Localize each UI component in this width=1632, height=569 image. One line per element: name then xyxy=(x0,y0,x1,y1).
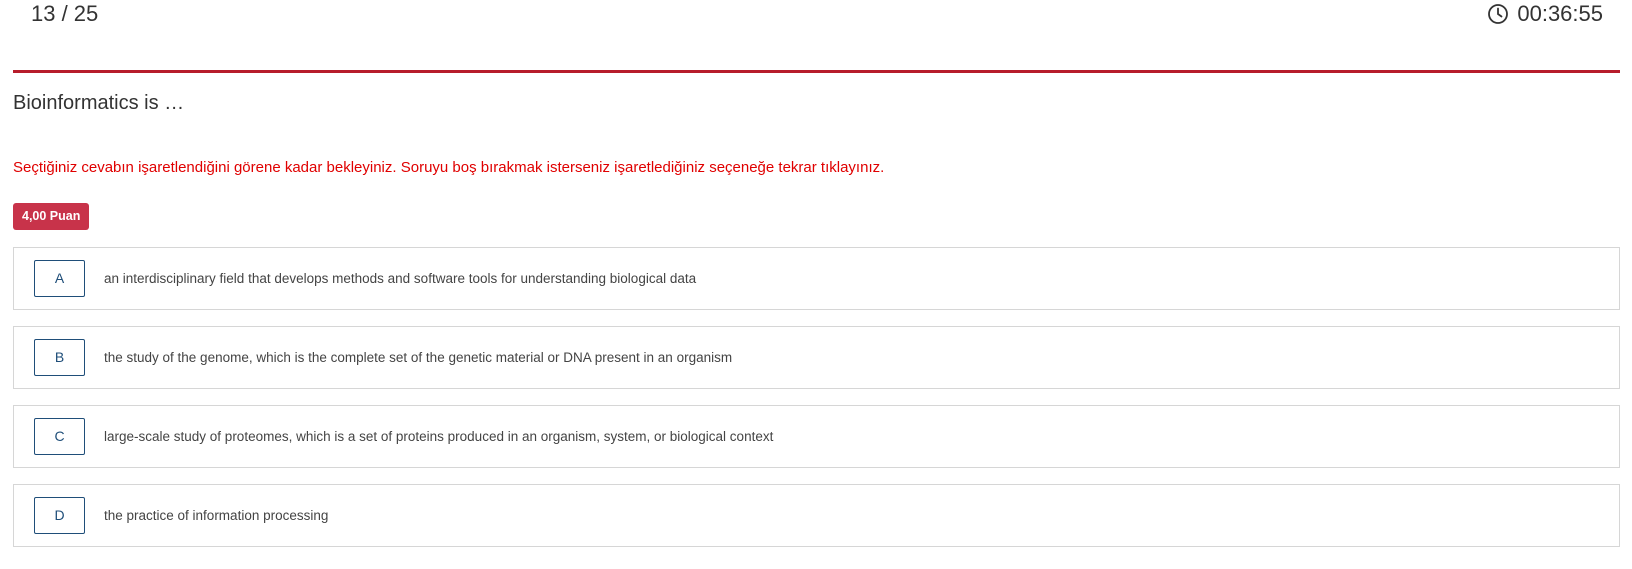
option-text[interactable]: an interdisciplinary field that develops… xyxy=(104,248,696,309)
question-counter: 13 / 25 xyxy=(31,1,99,26)
option-letter[interactable]: A xyxy=(34,260,85,297)
option-text[interactable]: large-scale study of proteomes, which is… xyxy=(104,406,773,467)
option-letter[interactable]: C xyxy=(34,418,85,455)
timer-value: 00:36:55 xyxy=(1517,1,1603,26)
option-d[interactable]: D the practice of information processing xyxy=(13,484,1620,547)
quiz-page: 13 / 25 00:36:55 Bioinformatics is … Seç… xyxy=(0,0,1632,569)
quiz-header: 13 / 25 00:36:55 xyxy=(13,0,1620,30)
countdown-timer: 00:36:55 xyxy=(1487,0,1603,28)
option-a[interactable]: A an interdisciplinary field that develo… xyxy=(13,247,1620,310)
option-text[interactable]: the practice of information processing xyxy=(104,485,328,546)
question-text: Bioinformatics is … xyxy=(13,92,185,114)
points-badge: 4,00 Puan xyxy=(13,203,90,230)
option-c[interactable]: C large-scale study of proteomes, which … xyxy=(13,405,1620,468)
option-letter[interactable]: D xyxy=(34,497,85,534)
clock-icon xyxy=(1487,3,1509,25)
option-b[interactable]: B the study of the genome, which is the … xyxy=(13,326,1620,389)
option-text[interactable]: the study of the genome, which is the co… xyxy=(104,327,732,388)
answer-options: A an interdisciplinary field that develo… xyxy=(13,247,1620,563)
header-divider xyxy=(13,70,1620,73)
option-letter[interactable]: B xyxy=(34,339,85,376)
instruction-text: Seçtiğiniz cevabın işaretlendiğini gören… xyxy=(13,159,885,176)
